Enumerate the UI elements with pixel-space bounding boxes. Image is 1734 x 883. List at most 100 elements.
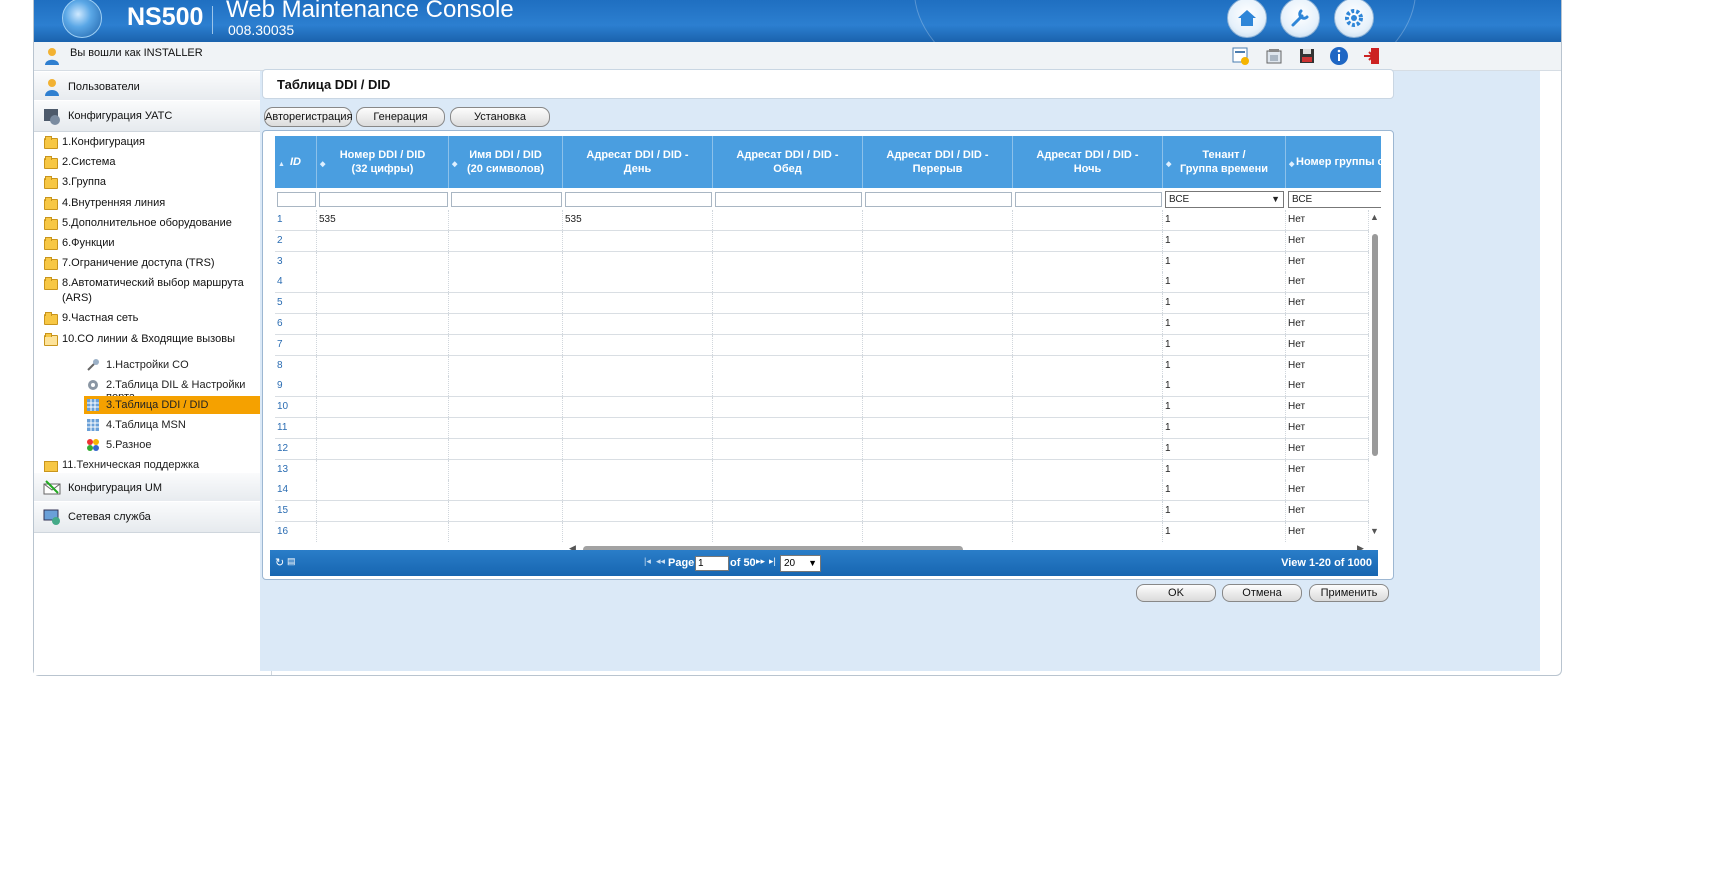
tree-item-optional-device[interactable]: 5.Дополнительное оборудование: [44, 216, 264, 232]
table-cell[interactable]: Нет: [1286, 459, 1369, 480]
table-cell[interactable]: [563, 397, 713, 418]
table-cell[interactable]: [563, 314, 713, 334]
table-cell[interactable]: [317, 501, 449, 522]
phone-icon[interactable]: [1263, 46, 1285, 66]
auto-registration-button[interactable]: Авторегистрация: [264, 107, 353, 127]
table-cell[interactable]: [317, 522, 449, 542]
table-cell[interactable]: [1013, 272, 1163, 293]
table-cell[interactable]: 15: [275, 501, 317, 522]
tree-item-private-network[interactable]: 9.Частная сеть: [44, 311, 264, 327]
table-cell[interactable]: 1: [1163, 314, 1286, 334]
table-cell[interactable]: Нет: [1286, 230, 1369, 251]
filter-tenant-select[interactable]: ВСЕ ▼: [1165, 191, 1284, 208]
table-cell[interactable]: 1: [1163, 459, 1286, 480]
table-cell[interactable]: [713, 355, 863, 376]
table-cell[interactable]: [863, 355, 1013, 376]
table-cell[interactable]: [863, 480, 1013, 501]
table-cell[interactable]: [863, 459, 1013, 480]
table-row[interactable]: 16 1 Нет: [275, 522, 1369, 542]
table-row[interactable]: 6 1 Нет: [275, 314, 1369, 335]
table-cell[interactable]: [713, 522, 863, 542]
table-cell[interactable]: [317, 438, 449, 459]
table-cell[interactable]: [713, 210, 863, 230]
table-cell[interactable]: [713, 501, 863, 522]
tree-item-configuration[interactable]: 1.Конфигурация: [44, 135, 264, 151]
table-cell[interactable]: Нет: [1286, 397, 1369, 418]
table-cell[interactable]: [317, 293, 449, 314]
sidebar-item-ddi-table[interactable]: 3.Таблица DDI / DID: [84, 396, 272, 414]
table-cell[interactable]: 1: [1163, 355, 1286, 376]
table-cell[interactable]: [317, 480, 449, 501]
cancel-button[interactable]: Отмена: [1222, 584, 1302, 602]
table-cell[interactable]: [449, 376, 563, 397]
table-cell[interactable]: [1013, 459, 1163, 480]
table-cell[interactable]: [449, 293, 563, 314]
table-cell[interactable]: 5: [275, 293, 317, 314]
prev-page-icon[interactable]: ◂◂: [656, 556, 665, 567]
sidebar-section-pbx-config[interactable]: Конфигурация УАТС: [34, 100, 270, 132]
table-cell[interactable]: 16: [275, 522, 317, 542]
table-cell[interactable]: [1013, 355, 1163, 376]
table-cell[interactable]: 1: [1163, 397, 1286, 418]
page-size-select[interactable]: 20 ▼: [780, 555, 821, 572]
table-cell[interactable]: [317, 230, 449, 251]
table-cell[interactable]: 1: [1163, 272, 1286, 293]
table-cell[interactable]: [863, 334, 1013, 355]
table-cell[interactable]: [563, 418, 713, 438]
table-cell[interactable]: [563, 272, 713, 293]
table-cell[interactable]: 2: [275, 230, 317, 251]
table-cell[interactable]: [1013, 522, 1163, 542]
table-cell[interactable]: [1013, 418, 1163, 438]
table-cell[interactable]: [1013, 251, 1163, 272]
filter-ddi-number-input[interactable]: [319, 192, 448, 207]
table-cell[interactable]: [317, 397, 449, 418]
table-cell[interactable]: Нет: [1286, 418, 1369, 438]
table-cell[interactable]: [1013, 397, 1163, 418]
ok-button[interactable]: OK: [1136, 584, 1216, 602]
table-cell[interactable]: 9: [275, 376, 317, 397]
table-cell[interactable]: [449, 272, 563, 293]
table-cell[interactable]: [449, 418, 563, 438]
table-cell[interactable]: [449, 480, 563, 501]
table-cell[interactable]: [317, 355, 449, 376]
table-cell[interactable]: [563, 480, 713, 501]
column-header-dest-night[interactable]: Адресат DDI / DID - Ночь: [1013, 136, 1163, 188]
table-cell[interactable]: [863, 376, 1013, 397]
table-cell[interactable]: 1: [1163, 230, 1286, 251]
table-cell[interactable]: [449, 230, 563, 251]
table-row[interactable]: 7 1 Нет: [275, 334, 1369, 356]
table-row[interactable]: 9 1 Нет: [275, 376, 1369, 398]
scroll-up-icon[interactable]: ▲: [1370, 212, 1379, 222]
table-cell[interactable]: [863, 397, 1013, 418]
table-cell[interactable]: [563, 251, 713, 272]
table-cell[interactable]: [1013, 314, 1163, 334]
last-page-icon[interactable]: ▸|: [769, 556, 776, 567]
tree-item-trs[interactable]: 7.Ограничение доступа (TRS): [44, 256, 264, 272]
table-cell[interactable]: [317, 376, 449, 397]
table-cell[interactable]: [863, 210, 1013, 230]
table-cell[interactable]: [713, 314, 863, 334]
table-cell[interactable]: [1013, 334, 1163, 355]
table-cell[interactable]: [713, 459, 863, 480]
table-cell[interactable]: [317, 272, 449, 293]
set-destination-button[interactable]: Установка адресата: [450, 107, 550, 141]
tree-item-tech-support[interactable]: 11.Техническая поддержка: [44, 456, 264, 472]
table-row[interactable]: 2 1 Нет: [275, 230, 1369, 252]
sidebar-section-network-service[interactable]: Сетевая служба: [34, 501, 270, 533]
table-cell[interactable]: 12: [275, 438, 317, 459]
table-cell[interactable]: [713, 397, 863, 418]
table-cell[interactable]: [563, 230, 713, 251]
table-cell[interactable]: 1: [1163, 418, 1286, 438]
tree-item-group[interactable]: 3.Группа: [44, 175, 264, 191]
table-cell[interactable]: [863, 501, 1013, 522]
table-cell[interactable]: 14: [275, 480, 317, 501]
table-cell[interactable]: [1013, 438, 1163, 459]
table-cell[interactable]: [449, 251, 563, 272]
page-number-input[interactable]: 1: [695, 556, 729, 571]
table-cell[interactable]: Нет: [1286, 438, 1369, 459]
table-row[interactable]: 13 1 Нет: [275, 459, 1369, 481]
table-cell[interactable]: [863, 272, 1013, 293]
tree-item-ars[interactable]: 8.Автоматический выбор маршрута (ARS): [44, 276, 264, 308]
table-cell[interactable]: [449, 522, 563, 542]
filter-dest-day-input[interactable]: [565, 192, 712, 207]
